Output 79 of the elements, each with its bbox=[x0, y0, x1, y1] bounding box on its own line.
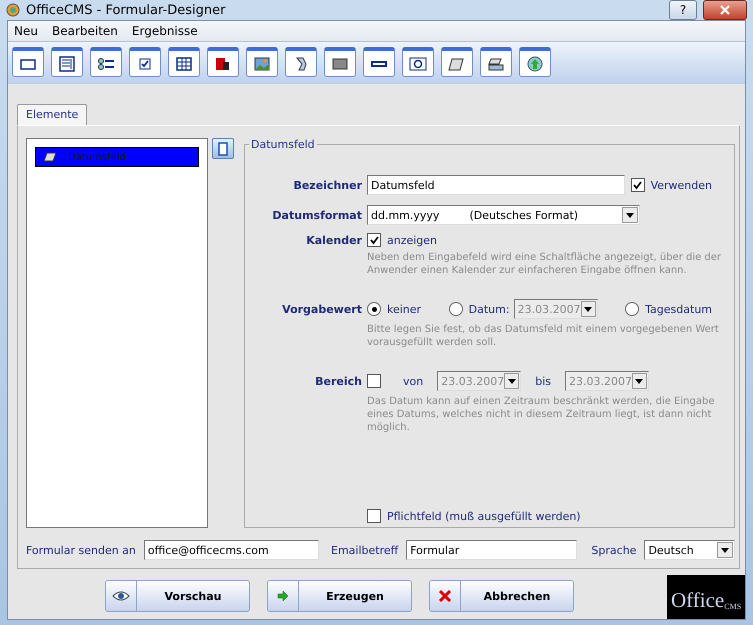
app-icon bbox=[6, 3, 20, 17]
text-field[interactable]: Datumsfeld bbox=[367, 175, 625, 195]
menu-item[interactable]: Neu bbox=[14, 24, 38, 38]
window-title: OfficeCMS - Formular-Designer bbox=[26, 2, 226, 18]
toolbar-button[interactable] bbox=[90, 47, 122, 77]
caret-icon bbox=[635, 378, 644, 384]
help-button[interactable]: ? bbox=[669, 0, 697, 20]
field-label: Sprache bbox=[591, 544, 636, 556]
toolbar-button[interactable] bbox=[285, 47, 317, 77]
checkbox[interactable] bbox=[367, 233, 381, 247]
side-button[interactable] bbox=[212, 138, 234, 159]
help-text: Das Datum kann auf einen Zeitraum beschränkt werden, die Eingabe eines Datums, welches nicht in diesem Zeitraum liegt, ist dann nicht möglich. bbox=[367, 395, 716, 434]
checkbox[interactable] bbox=[367, 509, 381, 523]
logo: OfficeCMS bbox=[667, 575, 745, 619]
field-label: Bezeichner bbox=[292, 178, 362, 192]
help-text: Neben dem Eingabefeld wird eine Schaltfläche angezeigt, über die der Anwender einen Kalender zur einfacheren Eingabe öffnen kann. bbox=[367, 251, 722, 277]
checkbox-label: anzeigen bbox=[387, 234, 438, 246]
close-button[interactable] bbox=[703, 0, 747, 20]
checkbox-label: Verwenden bbox=[650, 178, 712, 192]
table-icon bbox=[175, 56, 193, 72]
range-label: bis bbox=[535, 374, 551, 388]
group-title: Datumsfeld bbox=[250, 138, 316, 151]
field-label: Formular senden an bbox=[26, 544, 136, 556]
field-label: Emailbetreff bbox=[331, 544, 398, 556]
menu-item[interactable]: Bearbeiten bbox=[52, 24, 118, 38]
toolbar-button[interactable] bbox=[12, 47, 44, 77]
check-icon bbox=[633, 180, 642, 190]
toolbar-button[interactable] bbox=[168, 47, 200, 77]
toolbar-button[interactable] bbox=[363, 47, 395, 77]
radio-label: Datum: bbox=[468, 302, 510, 316]
close-icon bbox=[439, 590, 451, 602]
image-icon bbox=[253, 56, 271, 72]
text-area-icon bbox=[58, 56, 76, 72]
radio-list-icon bbox=[97, 56, 115, 72]
caret-icon bbox=[626, 212, 634, 218]
toolbar-button[interactable] bbox=[207, 47, 239, 77]
tab[interactable]: Elemente bbox=[17, 104, 88, 125]
email-field-icon bbox=[409, 56, 427, 72]
email-field[interactable]: office@officecms.com bbox=[144, 540, 319, 560]
subject-field[interactable]: Formular bbox=[406, 540, 578, 560]
panel-icon bbox=[331, 56, 349, 72]
radio-button[interactable] bbox=[625, 302, 640, 316]
action-button[interactable]: Abbrechen bbox=[429, 580, 574, 612]
toolbar-button[interactable] bbox=[402, 47, 434, 77]
field-label: Vorgabewert bbox=[281, 302, 362, 316]
field-label: Bereich bbox=[314, 374, 362, 388]
radio-button[interactable] bbox=[448, 302, 463, 316]
checkbox[interactable] bbox=[630, 178, 645, 192]
field-label: Datumsformat bbox=[271, 208, 362, 222]
action-button[interactable]: Erzeugen bbox=[267, 580, 412, 612]
help-text: Bitte legen Sie fest, ob das Datumsfeld mit einem vorgegebenen Wert vorausgefüllt werden soll. bbox=[367, 323, 720, 349]
toolbar-button[interactable] bbox=[441, 47, 473, 77]
toolbar-button[interactable] bbox=[51, 47, 83, 77]
text-field-icon bbox=[218, 142, 228, 156]
radio-label: Tagesdatum bbox=[645, 302, 712, 316]
toolbar-button[interactable] bbox=[246, 47, 278, 77]
caret-icon bbox=[508, 378, 516, 384]
check-icon bbox=[370, 236, 378, 244]
radio-label: keiner bbox=[387, 302, 422, 316]
arrow-icon bbox=[277, 591, 289, 601]
field-label: Kalender bbox=[305, 234, 362, 246]
toolbar-button[interactable] bbox=[480, 47, 512, 77]
eye-icon bbox=[112, 590, 130, 602]
toolbar-button[interactable] bbox=[324, 47, 356, 77]
action-button[interactable]: Vorschau bbox=[105, 580, 250, 612]
close-icon bbox=[720, 5, 730, 15]
radio-button[interactable] bbox=[367, 302, 381, 316]
range-label: von bbox=[403, 374, 424, 388]
toolbar-button[interactable] bbox=[519, 47, 551, 77]
caret-icon bbox=[584, 306, 592, 312]
format-dropdown[interactable]: dd.mm.yyyy (Deutsches Format) bbox=[367, 205, 640, 225]
form-icon bbox=[487, 56, 505, 72]
checkbox[interactable] bbox=[367, 374, 381, 388]
globe-upload-icon bbox=[526, 56, 544, 72]
language-dropdown[interactable]: Deutsch bbox=[644, 540, 735, 560]
checkbox-label: Pflichtfeld (muß ausgefüllt werden) bbox=[387, 510, 581, 522]
toolbar-button[interactable] bbox=[129, 47, 161, 77]
menu-item[interactable]: Ergebnisse bbox=[132, 24, 198, 38]
caret-icon bbox=[721, 548, 729, 552]
